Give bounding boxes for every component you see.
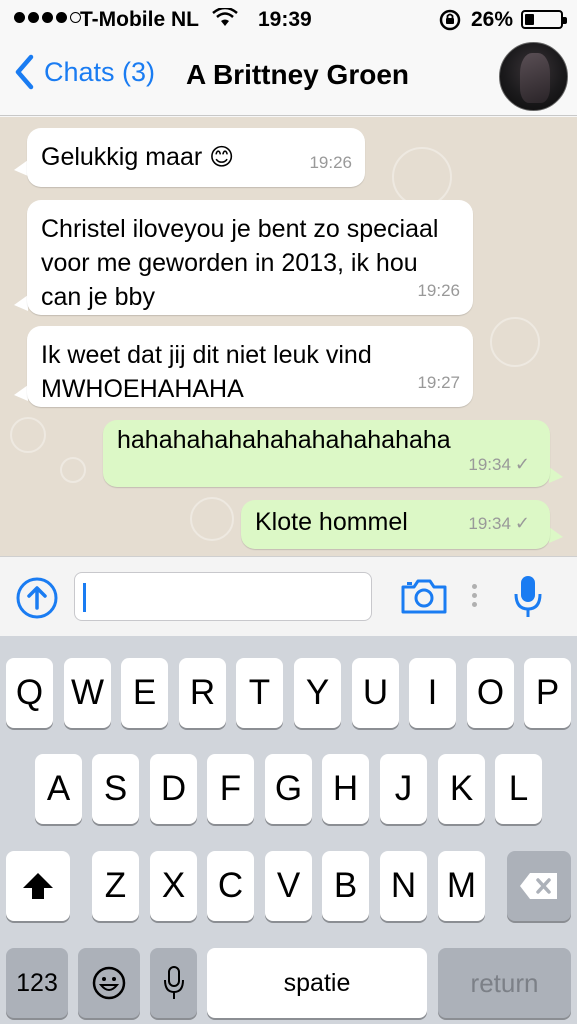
- chevron-left-icon: [15, 54, 34, 90]
- smiling-emoji-icon: 😊: [209, 144, 235, 171]
- message-time: 19:27: [417, 373, 460, 392]
- key-a[interactable]: A: [35, 754, 82, 824]
- key-p[interactable]: P: [524, 658, 571, 728]
- wallpaper-doodle: [490, 317, 540, 367]
- message-bubble-outgoing[interactable]: Klote hommel 19:34 ✓: [241, 500, 550, 549]
- message-time: 19:34: [468, 514, 511, 533]
- key-r[interactable]: R: [179, 658, 226, 728]
- key-n[interactable]: N: [380, 851, 427, 921]
- backspace-icon: [520, 873, 557, 899]
- signal-strength-icon: [14, 12, 81, 23]
- message-input[interactable]: [74, 572, 372, 621]
- message-text: Ik weet dat jij dit niet leuk vind MWHOE…: [41, 341, 372, 403]
- key-o[interactable]: O: [467, 658, 514, 728]
- space-key[interactable]: spatie: [207, 948, 427, 1018]
- emoji-key[interactable]: [78, 948, 140, 1018]
- upload-button[interactable]: [15, 576, 59, 625]
- camera-button[interactable]: [400, 577, 448, 620]
- return-key[interactable]: return: [438, 948, 571, 1018]
- key-k[interactable]: K: [438, 754, 485, 824]
- upload-icon: [16, 577, 58, 619]
- wallpaper-doodle: [190, 497, 234, 541]
- bubble-tail: [549, 467, 563, 483]
- key-f[interactable]: F: [207, 754, 254, 824]
- keyboard: Q W E R T Y U I O P A S D F G H J K L Z …: [0, 636, 577, 1024]
- message-bubble-outgoing[interactable]: hahahahahahahahahahahaha 19:34 ✓: [103, 420, 550, 487]
- wifi-icon: [212, 6, 238, 34]
- key-e[interactable]: E: [121, 658, 168, 728]
- contact-avatar[interactable]: [499, 42, 568, 111]
- back-to-chats-button[interactable]: Chats (3): [14, 54, 155, 90]
- sent-check-icon: ✓: [514, 513, 530, 533]
- status-bar: T-Mobile NL 19:39 26%: [0, 0, 577, 38]
- microphone-icon: [163, 966, 184, 999]
- wallpaper-doodle: [10, 417, 46, 453]
- key-b[interactable]: B: [322, 851, 369, 921]
- key-g[interactable]: G: [265, 754, 312, 824]
- bubble-tail: [14, 295, 28, 311]
- sent-check-icon: ✓: [514, 454, 530, 474]
- message-time: 19:26: [309, 153, 352, 172]
- key-s[interactable]: S: [92, 754, 139, 824]
- message-time: 19:34: [468, 455, 511, 474]
- numbers-key[interactable]: 123: [6, 948, 68, 1018]
- text-caret: [83, 583, 86, 612]
- battery-percentage: 26%: [471, 8, 514, 31]
- bubble-tail: [14, 160, 28, 176]
- key-q[interactable]: Q: [6, 658, 53, 728]
- shift-key[interactable]: [6, 851, 70, 921]
- camera-icon: [401, 579, 447, 614]
- contact-name[interactable]: A Brittney Groen: [186, 59, 409, 91]
- separator-dots-icon: [472, 584, 477, 611]
- key-c[interactable]: C: [207, 851, 254, 921]
- voice-record-button[interactable]: [513, 574, 543, 625]
- bubble-tail: [14, 385, 28, 401]
- key-v[interactable]: V: [265, 851, 312, 921]
- dictation-key[interactable]: [150, 948, 197, 1018]
- battery-icon: [521, 10, 567, 29]
- emoji-icon: [92, 966, 126, 1000]
- message-time: 19:26: [417, 281, 460, 300]
- message-input-bar: [0, 556, 577, 636]
- navigation-bar: Chats (3) A Brittney Groen: [0, 38, 577, 116]
- key-y[interactable]: Y: [294, 658, 341, 728]
- key-t[interactable]: T: [236, 658, 283, 728]
- shift-arrow-icon: [23, 873, 53, 899]
- wallpaper-doodle: [392, 147, 452, 207]
- message-bubble-incoming[interactable]: Christel iloveyou je bent zo speciaal vo…: [27, 200, 473, 315]
- message-text: Klote hommel: [255, 508, 408, 536]
- message-bubble-incoming[interactable]: Ik weet dat jij dit niet leuk vind MWHOE…: [27, 326, 473, 407]
- key-m[interactable]: M: [438, 851, 485, 921]
- wallpaper-doodle: [60, 457, 86, 483]
- key-w[interactable]: W: [64, 658, 111, 728]
- rotation-lock-icon: [438, 9, 462, 37]
- microphone-icon: [514, 576, 542, 617]
- message-text: Christel iloveyou je bent zo speciaal vo…: [41, 215, 439, 311]
- key-j[interactable]: J: [380, 754, 427, 824]
- key-i[interactable]: I: [409, 658, 456, 728]
- chat-area[interactable]: Gelukkig maar 😊 19:26 Christel iloveyou …: [0, 117, 577, 556]
- carrier-name: T-Mobile NL: [80, 8, 199, 31]
- status-time: 19:39: [258, 8, 312, 31]
- key-d[interactable]: D: [150, 754, 197, 824]
- key-z[interactable]: Z: [92, 851, 139, 921]
- key-u[interactable]: U: [352, 658, 399, 728]
- key-l[interactable]: L: [495, 754, 542, 824]
- key-h[interactable]: H: [322, 754, 369, 824]
- key-x[interactable]: X: [150, 851, 197, 921]
- message-text: Gelukkig maar: [41, 143, 203, 171]
- backspace-key[interactable]: [507, 851, 571, 921]
- bubble-tail: [549, 527, 563, 543]
- back-label: Chats (3): [44, 56, 156, 87]
- message-bubble-incoming[interactable]: Gelukkig maar 😊 19:26: [27, 128, 365, 187]
